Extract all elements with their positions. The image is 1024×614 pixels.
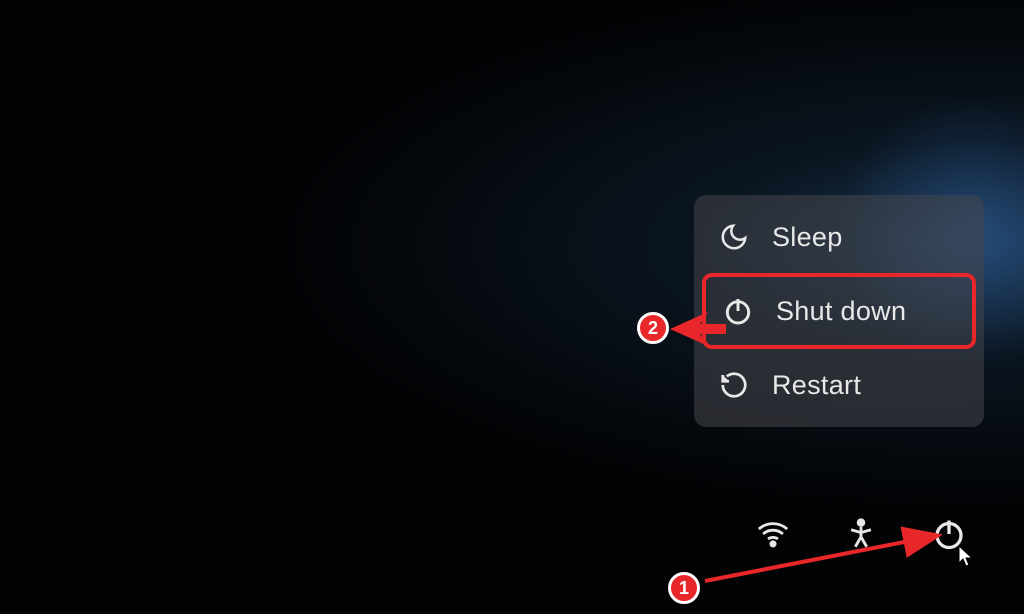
annotation-1-number: 1 — [679, 578, 689, 599]
power-options-menu: Sleep Shut down Restart — [694, 195, 984, 427]
restart-label: Restart — [772, 370, 861, 401]
moon-icon — [718, 221, 750, 253]
mouse-cursor — [958, 545, 976, 569]
annotation-step-2: 2 — [637, 312, 669, 344]
annotation-step-1: 1 — [668, 572, 700, 604]
annotation-pointer-2 — [670, 310, 728, 348]
annotation-2-number: 2 — [648, 318, 658, 339]
restart-menu-item[interactable]: Restart — [694, 353, 984, 417]
annotation-arrow-1 — [700, 526, 960, 586]
shutdown-menu-item[interactable]: Shut down — [702, 273, 976, 349]
sleep-label: Sleep — [772, 222, 843, 253]
sleep-menu-item[interactable]: Sleep — [694, 205, 984, 269]
shutdown-label: Shut down — [776, 296, 906, 327]
restart-icon — [718, 369, 750, 401]
